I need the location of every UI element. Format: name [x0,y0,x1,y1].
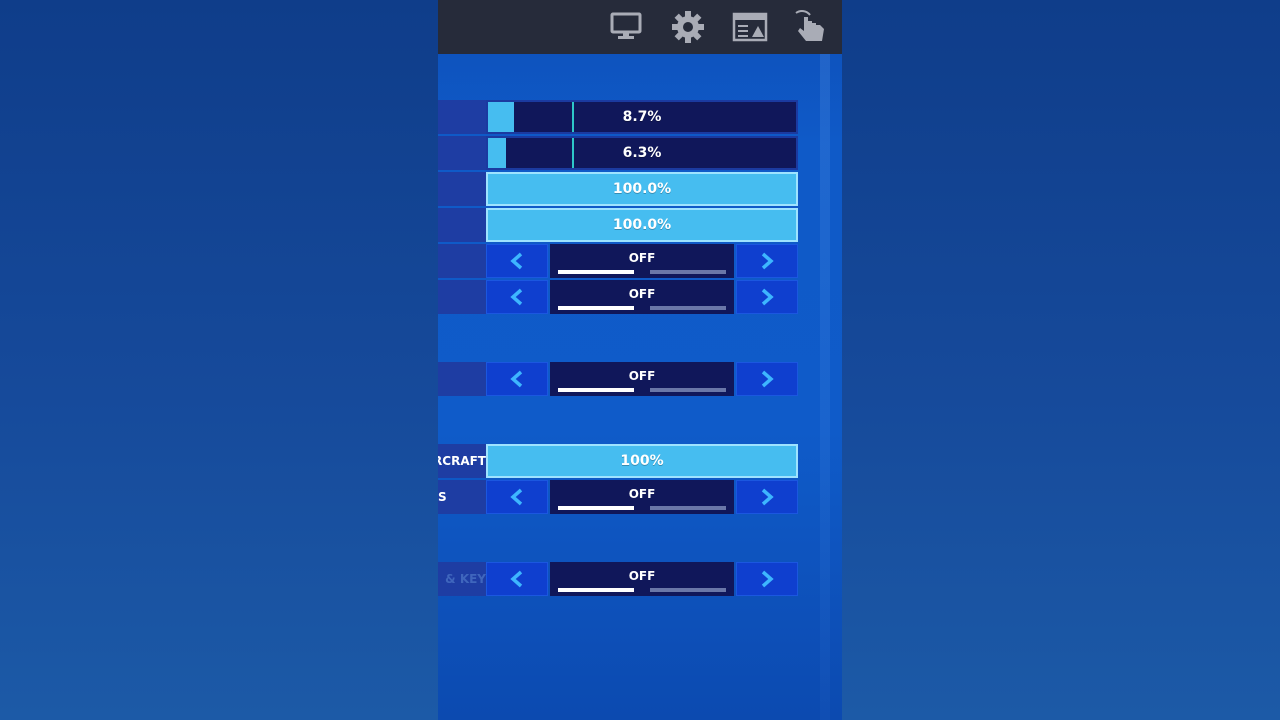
previous-option-button[interactable] [486,280,548,314]
previous-option-button[interactable] [486,244,548,278]
setting-label [438,136,486,170]
setting-label: S [438,480,486,514]
value-slider[interactable]: 100% [486,444,798,478]
option-indicator-active [558,270,634,274]
option-indicator-inactive [650,588,726,592]
slider-value: 8.7% [622,109,662,125]
slider-value: 100.0% [612,181,672,197]
option-value: OFF [628,287,656,301]
next-option-button[interactable] [736,562,798,596]
value-slider[interactable]: 8.7% [486,100,798,134]
chevron-left-icon [510,488,523,506]
next-option-button[interactable] [736,244,798,278]
chevron-left-icon [510,570,523,588]
toggle-row: OFF [438,244,842,278]
settings-tab-bar [438,0,842,54]
option-value: OFF [628,369,656,383]
chevron-right-icon [761,252,774,270]
option-indicator-inactive [650,388,726,392]
next-option-button[interactable] [736,362,798,396]
option-indicator-active [558,306,634,310]
option-value: OFF [628,569,656,583]
setting-label: RCRAFT [438,444,486,478]
setting-label [438,244,486,278]
option-display: OFF [550,562,734,596]
previous-option-button[interactable] [486,362,548,396]
slider-value: 100.0% [612,217,672,233]
setting-label [438,280,486,314]
chevron-right-icon [761,488,774,506]
multiplier-row: 100.0% [438,172,842,206]
hud-layout-icon[interactable] [730,8,770,46]
sensitivity-row: 8.7% [438,100,842,134]
left-backdrop [0,0,438,720]
option-indicator-active [558,588,634,592]
option-display: OFF [550,280,734,314]
toggle-row: OFF [438,280,842,314]
chevron-right-icon [761,288,774,306]
next-option-button[interactable] [736,280,798,314]
option-indicator-inactive [650,270,726,274]
chevron-left-icon [510,288,523,306]
option-display: OFF [550,244,734,278]
previous-option-button[interactable] [486,562,548,596]
next-option-button[interactable] [736,480,798,514]
setting-label [438,100,486,134]
toggle-row: OFF [438,362,842,396]
value-slider[interactable]: 100.0% [486,172,798,206]
chevron-right-icon [761,570,774,588]
option-value: OFF [628,251,656,265]
toggle-row: S OFF [438,480,842,514]
option-indicator-inactive [650,506,726,510]
aircraft-sensitivity-row: RCRAFT 100% [438,444,842,478]
toggle-row: & KEY OFF [438,562,842,596]
setting-label [438,208,486,242]
option-display: OFF [550,362,734,396]
chevron-left-icon [510,370,523,388]
slider-value: 100% [620,453,664,469]
chevron-right-icon [761,370,774,388]
setting-label [438,172,486,206]
setting-label: & KEY [438,562,486,596]
option-indicator-active [558,388,634,392]
option-indicator-inactive [650,306,726,310]
value-slider[interactable]: 6.3% [486,136,798,170]
option-display: OFF [550,480,734,514]
setting-label [438,362,486,396]
slider-value: 6.3% [622,145,662,161]
previous-option-button[interactable] [486,480,548,514]
sensitivity-row: 6.3% [438,136,842,170]
chevron-left-icon [510,252,523,270]
monitor-icon[interactable] [606,8,646,46]
multiplier-row: 100.0% [438,208,842,242]
touch-icon[interactable] [790,8,830,46]
option-value: OFF [628,487,656,501]
option-indicator-active [558,506,634,510]
game-settings-panel: 8.7% 6.3% 100.0% 100.0% OFF OFF OFF RCRA… [438,0,842,720]
gear-icon[interactable] [668,8,708,46]
right-backdrop [842,0,1280,720]
value-slider[interactable]: 100.0% [486,208,798,242]
